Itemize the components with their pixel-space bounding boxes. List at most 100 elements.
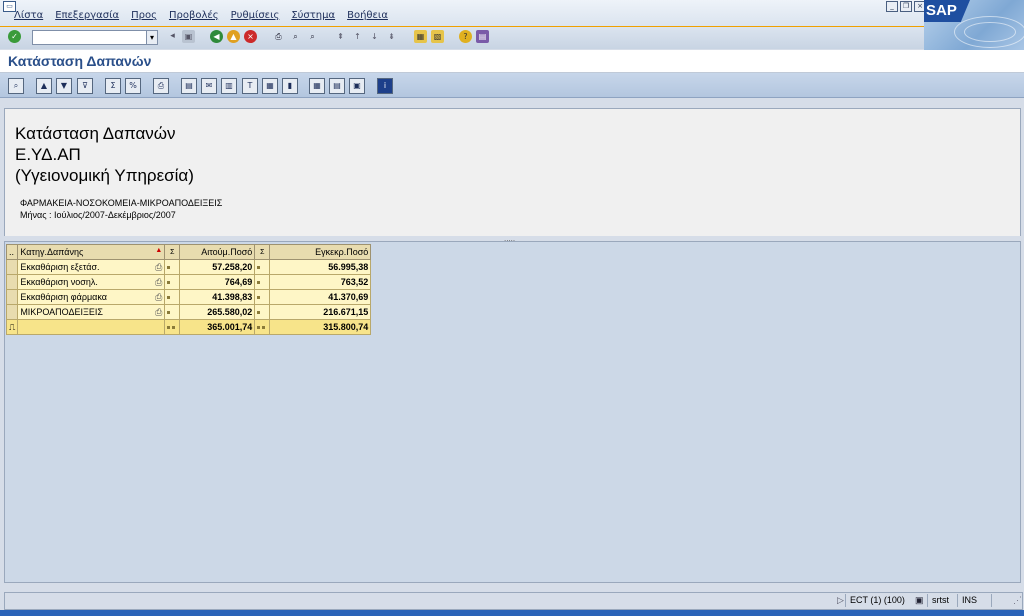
row-selector[interactable] (5, 259, 19, 275)
mail-icon[interactable]: ✉ (201, 78, 217, 94)
menu-items: Λίστα Επεξεργασία Προς Προβολές Ρυθμίσει… (14, 10, 400, 21)
filter-icon[interactable]: ⊽ (77, 78, 93, 94)
details-icon[interactable]: ⌕ (8, 78, 24, 94)
table-row[interactable]: Εκκαθάριση νοσηλ. ⎙ 764,69 763,52 (5, 274, 372, 290)
word-processing-icon[interactable]: T (242, 78, 258, 94)
sum-marker-icon (257, 311, 261, 315)
next-page-icon[interactable]: ↓ (368, 30, 381, 43)
menu-settings[interactable]: Ρυθμίσεις (231, 10, 280, 21)
sum-marker-icon (257, 326, 261, 330)
category-label: Εκκαθάριση νοσηλ. (20, 276, 98, 287)
print-icon[interactable]: ⎙ (272, 30, 285, 43)
select-all-cell[interactable]: .. (5, 244, 19, 260)
find-icon[interactable]: ⌕ (289, 30, 302, 43)
report-organization: Ε.ΥΔ.ΑΠ (15, 145, 81, 164)
table-row[interactable]: Εκκαθάριση εξετάσ. ⎙ 57.258,20 56.995,38 (5, 259, 372, 275)
total-row[interactable]: ⎍ 365.001,74 315.800,74 (5, 319, 372, 335)
graphic-icon[interactable]: ▮ (282, 78, 298, 94)
sum-marker-icon (167, 266, 171, 270)
status-details-icon[interactable]: ▣ (911, 594, 924, 607)
total-label-cell (17, 319, 166, 335)
report-scope: ΦΑΡΜΑΚΕΙΑ-ΝΟΣΟΚΟΜΕΙΑ-ΜΙΚΡΟΑΠΟΔΕΙΞΕΙΣ (20, 198, 223, 208)
help-icon[interactable]: ? (459, 30, 472, 43)
enter-check-icon[interactable]: ✓ (8, 30, 21, 43)
logo-ring (954, 16, 1024, 48)
restore-icon[interactable]: ❐ (900, 1, 912, 12)
back-arrow-icon[interactable]: ◂ (166, 30, 179, 43)
sigma-cell (164, 289, 181, 305)
row-selector[interactable] (5, 289, 19, 305)
menu-edit[interactable]: Επεξεργασία (55, 10, 119, 21)
new-session-icon[interactable]: ▦ (414, 30, 427, 43)
previous-page-icon[interactable]: ↑ (351, 30, 364, 43)
grid-header-row: .. Κατηγ.Δαπάνης ▲ Σ Αιτούμ.Ποσό Σ Εγκεκρ… (5, 244, 372, 260)
shortcut-icon[interactable]: ▧ (431, 30, 444, 43)
table-row[interactable]: Εκκαθάριση φάρμακα ⎙ 41.398,83 41.370,69 (5, 289, 372, 305)
menu-goto[interactable]: Προς (131, 10, 157, 21)
approved-amount: 41.370,69 (269, 289, 372, 305)
sigma-cell (254, 304, 271, 320)
back-icon[interactable]: ◀ (210, 30, 223, 43)
last-page-icon[interactable]: ⇟ (385, 30, 398, 43)
row-selector[interactable] (5, 274, 19, 290)
abc-analysis-icon[interactable]: ▥ (221, 78, 237, 94)
minimize-icon[interactable]: _ (886, 1, 898, 12)
requested-amount: 57.258,20 (179, 259, 256, 275)
menu-views[interactable]: Προβολές (169, 10, 219, 21)
requested-amount: 265.580,02 (179, 304, 256, 320)
find-next-icon[interactable]: ⌕ (306, 30, 319, 43)
row-selector[interactable] (5, 304, 19, 320)
resize-grip-icon[interactable]: ⋰ (1009, 594, 1022, 607)
column-header-sigma-1[interactable]: Σ (164, 244, 181, 260)
approved-amount: 56.995,38 (269, 259, 372, 275)
subtotal-icon[interactable]: % (125, 78, 141, 94)
sigma-cell (254, 289, 271, 305)
column-header-requested[interactable]: Αιτούμ.Ποσό (179, 244, 256, 260)
total-icon[interactable]: Σ (105, 78, 121, 94)
sort-ascending-icon[interactable]: ▲ (36, 78, 52, 94)
exit-icon[interactable]: ▲ (227, 30, 240, 43)
sum-marker-icon (172, 326, 176, 330)
command-field[interactable] (32, 30, 148, 45)
export-icon[interactable]: ▤ (181, 78, 197, 94)
command-field-dropdown-icon[interactable]: ▾ (146, 30, 158, 45)
table-row[interactable]: ΜΙΚΡΟΑΠΟΔΕΙΞΕΙΣ ⎙ 265.580,02 216.671,15 (5, 304, 372, 320)
approved-amount: 216.671,15 (269, 304, 372, 320)
save-icon[interactable]: ▣ (182, 30, 195, 43)
menu-system[interactable]: Σύστημα (291, 10, 335, 21)
column-header-category[interactable]: Κατηγ.Δαπάνης ▲ (17, 244, 166, 260)
column-header-category-label: Κατηγ.Δαπάνης (20, 247, 84, 257)
category-cell: Εκκαθάριση νοσηλ. ⎙ (17, 274, 166, 290)
title-bar: Κατάσταση Δαπανών (0, 50, 1024, 73)
sum-marker-icon (167, 326, 171, 330)
spreadsheet-icon[interactable]: ▦ (262, 78, 278, 94)
category-cell: ΜΙΚΡΟΑΠΟΔΕΙΞΕΙΣ ⎙ (17, 304, 166, 320)
change-layout-icon[interactable]: ▦ (309, 78, 325, 94)
printer-icon: ⎙ (155, 276, 163, 287)
status-system[interactable]: ECT (1) (100) (845, 594, 905, 607)
save-layout-icon[interactable]: ▣ (349, 78, 365, 94)
sigma-cell (254, 319, 271, 335)
application-toolbar: ⌕ ▲ ▼ ⊽ Σ % ⎙ ▤ ✉ ▥ T ▦ ▮ ▦ ▤ ▣ i (0, 73, 1024, 98)
sort-descending-icon[interactable]: ▼ (56, 78, 72, 94)
menu-help[interactable]: Βοήθεια (347, 10, 388, 21)
sigma-cell (164, 304, 181, 320)
column-header-sigma-2[interactable]: Σ (254, 244, 271, 260)
sum-marker-icon (167, 296, 171, 300)
report-header: Κατάσταση Δαπανών Ε.ΥΔ.ΑΠ (Υγειονομική Υ… (4, 108, 1021, 238)
column-header-approved[interactable]: Εγκεκρ.Ποσό (269, 244, 372, 260)
cancel-icon[interactable]: × (244, 30, 257, 43)
print-preview-icon[interactable]: ⎙ (153, 78, 169, 94)
status-expand-icon[interactable]: ▷ (833, 594, 844, 607)
category-label: Εκκαθάριση εξετάσ. (20, 261, 100, 272)
info-icon[interactable]: i (377, 78, 393, 94)
choose-layout-icon[interactable]: ▤ (329, 78, 345, 94)
layout-menu-icon[interactable]: ▤ (476, 30, 489, 43)
category-label: Εκκαθάριση φάρμακα (20, 291, 107, 302)
first-page-icon[interactable]: ⇞ (334, 30, 347, 43)
menu-list[interactable]: Λίστα (14, 10, 43, 21)
status-insert-mode[interactable]: INS (957, 594, 977, 607)
status-server: srtst (927, 594, 949, 607)
total-row-icon[interactable]: ⎍ (5, 319, 19, 335)
printer-icon: ⎙ (155, 306, 163, 317)
